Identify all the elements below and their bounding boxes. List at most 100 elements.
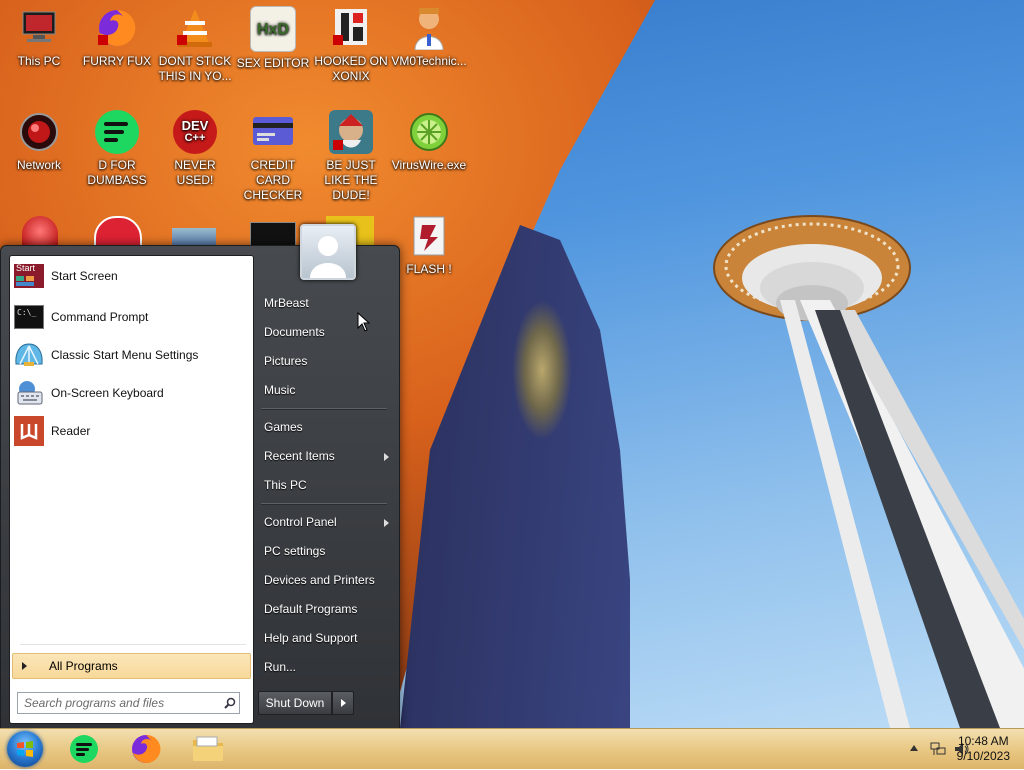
start-menu-places-pane: MrBeast Documents Pictures Music Games R… xyxy=(253,224,399,728)
wallpaper-space-needle-legs xyxy=(780,300,1024,728)
start-right-devices-printers[interactable]: Devices and Printers xyxy=(264,573,375,587)
desktop-icon-label: D FOR DUMBASS xyxy=(87,158,147,187)
start-item-on-screen-keyboard[interactable]: On-Screen Keyboard xyxy=(13,376,249,410)
start-item-label: Start Screen xyxy=(51,269,118,283)
desktop-icon-vm0technic[interactable]: VM0Technic... xyxy=(390,0,468,69)
wallpaper-reflection xyxy=(512,300,572,440)
hex-editor-icon: HxD xyxy=(250,6,296,52)
desktop-icon-label: VM0Technic... xyxy=(391,54,467,68)
desktop-icon-this-pc[interactable]: This PC xyxy=(0,0,78,69)
taskbar: 10:48 AM 9/10/2023 xyxy=(0,728,1024,769)
desktop-icon-network[interactable]: Network xyxy=(0,104,78,173)
start-right-this-pc[interactable]: This PC xyxy=(264,478,307,492)
start-right-control-panel[interactable]: Control Panel xyxy=(264,515,337,529)
start-right-recent-items[interactable]: Recent Items xyxy=(264,449,335,463)
search-input[interactable]: Search programs and files xyxy=(17,692,240,714)
start-right-documents[interactable]: Documents xyxy=(264,325,325,339)
credit-card-icon xyxy=(251,110,295,154)
file-explorer-icon xyxy=(193,736,223,761)
shut-down-options-button[interactable] xyxy=(332,691,354,715)
partially-hidden-icon xyxy=(22,216,58,246)
spotify-style-icon xyxy=(95,110,139,154)
start-item-reader[interactable]: Reader xyxy=(13,414,249,448)
arrow-right-icon xyxy=(340,699,346,707)
desktop-icon-label: BE JUST LIKE THE DUDE! xyxy=(324,158,378,202)
start-right-games[interactable]: Games xyxy=(264,420,303,434)
desktop-icon-label: VirusWire.exe xyxy=(391,158,467,172)
arrow-right-icon xyxy=(22,662,27,670)
dev-cpp-text: DEV xyxy=(181,118,209,133)
start-right-pictures[interactable]: Pictures xyxy=(264,354,307,368)
keyboard-icon xyxy=(13,379,45,407)
computer-icon xyxy=(17,6,61,50)
start-right-music[interactable]: Music xyxy=(264,383,295,397)
all-programs-button[interactable]: All Programs xyxy=(12,653,251,679)
desktop-icon-label: HOOKED ON XONIX xyxy=(314,54,388,83)
vlc-cone-icon xyxy=(173,6,217,50)
desktop-icon-label: This PC xyxy=(17,54,61,68)
desktop-icon-dont-stick[interactable]: DONT STICK THIS IN YO... xyxy=(156,0,234,84)
clock-time: 10:48 AM xyxy=(957,734,1009,748)
desktop-icon-be-just-like-the-dude[interactable]: BE JUST LIKE THE DUDE! xyxy=(312,104,390,203)
start-right-pc-settings[interactable]: PC settings xyxy=(264,544,325,558)
dev-cpp-subtext: C++ xyxy=(184,132,206,144)
system-tray: 10:48 AM 9/10/2023 xyxy=(874,729,1024,769)
desktop-icon-never-used[interactable]: DEV C++ NEVER USED! xyxy=(156,104,234,188)
shut-down-button[interactable]: Shut Down xyxy=(258,691,332,715)
start-button[interactable] xyxy=(7,731,43,767)
desktop-icon-label: FLASH ! xyxy=(406,262,452,276)
desktop-icon-sex-editor[interactable]: HxD SEX EDITOR xyxy=(234,0,312,71)
start-menu: Start Start Screen C:\_ Command Prompt C… xyxy=(0,224,400,729)
start-screen-icon-text: Start xyxy=(16,263,36,273)
desktop-icon-label: DONT STICK THIS IN YO... xyxy=(158,54,232,83)
search-placeholder: Search programs and files xyxy=(24,696,165,710)
start-right-user[interactable]: MrBeast xyxy=(264,296,309,310)
technician-icon xyxy=(407,6,451,50)
start-item-label: Classic Start Menu Settings xyxy=(51,348,199,362)
spotify-icon xyxy=(70,735,98,763)
desktop-icon-credit-card-checker[interactable]: CREDIT CARD CHECKER xyxy=(234,104,312,203)
desktop-icon-label: SEX EDITOR xyxy=(236,56,310,70)
user-avatar[interactable] xyxy=(300,224,356,280)
shell-icon xyxy=(13,341,45,369)
taskbar-firefox-button[interactable] xyxy=(124,731,168,767)
network-globe-icon xyxy=(17,110,61,154)
start-right-run[interactable]: Run... xyxy=(264,660,296,674)
windows-logo-icon xyxy=(17,741,33,757)
start-right-help-support[interactable]: Help and Support xyxy=(264,631,357,645)
start-item-label: Reader xyxy=(51,424,91,438)
desktop-icon-label: Network xyxy=(16,158,61,172)
reader-icon xyxy=(13,416,45,446)
desktop-icon-flash[interactable]: FLASH ! xyxy=(390,208,468,277)
separator xyxy=(20,644,246,645)
desktop-icon-hooked-on-xonix[interactable]: HOOKED ON XONIX xyxy=(312,0,390,84)
network-icon[interactable] xyxy=(930,741,946,757)
dude-character-icon xyxy=(329,110,373,154)
desktop-icon-furry-fux[interactable]: FURRY FUX xyxy=(78,0,156,69)
start-item-label: Command Prompt xyxy=(51,310,149,324)
taskbar-spotify-button[interactable] xyxy=(62,731,106,767)
submenu-arrow-icon xyxy=(384,519,389,527)
desktop-icon-d-for-dumbass[interactable]: D FOR DUMBASS xyxy=(78,104,156,188)
partially-hidden-icon xyxy=(172,228,216,246)
start-item-label: On-Screen Keyboard xyxy=(51,386,164,400)
flash-file-icon xyxy=(407,214,451,258)
desktop-icon-viruswire[interactable]: VirusWire.exe xyxy=(390,104,468,173)
desktop-icon-label: CREDIT CARD CHECKER xyxy=(243,158,303,202)
clock[interactable]: 10:48 AM 9/10/2023 xyxy=(957,734,1010,764)
start-item-classic-start-menu-settings[interactable]: Classic Start Menu Settings xyxy=(13,338,249,372)
start-menu-programs-pane: Start Start Screen C:\_ Command Prompt C… xyxy=(9,255,254,724)
start-right-default-programs[interactable]: Default Programs xyxy=(264,602,357,616)
desktop-icon-label: FURRY FUX xyxy=(82,54,152,68)
show-hidden-icons-icon[interactable] xyxy=(910,745,918,751)
desktop-icon-label: NEVER USED! xyxy=(174,158,216,187)
firefox-icon xyxy=(95,6,139,50)
all-programs-label: All Programs xyxy=(49,659,118,673)
start-item-start-screen[interactable]: Start Start Screen xyxy=(13,259,249,293)
xonix-game-icon xyxy=(329,6,373,50)
start-item-command-prompt[interactable]: C:\_ Command Prompt xyxy=(13,300,249,334)
limewire-icon xyxy=(407,110,451,154)
search-icon[interactable] xyxy=(221,697,239,709)
separator xyxy=(261,408,387,410)
taskbar-file-explorer-button[interactable] xyxy=(186,731,230,767)
